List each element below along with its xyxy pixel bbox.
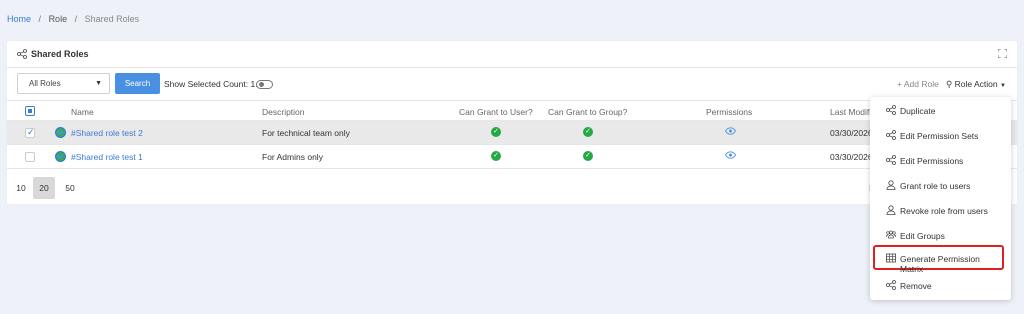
pin-icon: ⚲: [946, 79, 953, 89]
chevron-down-icon: ▼: [999, 83, 1006, 89]
role-name-link[interactable]: #Shared role test 2: [71, 128, 143, 138]
table-row[interactable]: #Shared role test 2 For technical team o…: [7, 121, 1017, 145]
column-header-name[interactable]: Name: [71, 107, 94, 117]
check-circle-icon: ✓: [491, 151, 501, 161]
table-icon: [886, 253, 896, 263]
breadcrumb-home[interactable]: Home: [7, 14, 31, 24]
panel-title: Shared Roles: [31, 49, 89, 59]
column-header-description[interactable]: Description: [262, 107, 305, 117]
search-button[interactable]: Search: [115, 73, 160, 94]
menu-item-edit-groups[interactable]: Edit Groups: [870, 222, 1011, 247]
chevron-down-icon: ▼: [95, 80, 102, 87]
role-action-label: Role Action: [954, 79, 998, 89]
globe-icon: [55, 151, 66, 162]
menu-item-label: Edit Groups: [900, 231, 945, 241]
shared-roles-panel: Shared Roles All Roles ▼ Search Show Sel…: [7, 41, 1017, 204]
share-icon: [886, 105, 896, 115]
menu-item-label: Edit Permission Sets: [900, 131, 979, 141]
page-size-20[interactable]: 20: [33, 177, 55, 199]
select-all-checkbox[interactable]: [25, 106, 35, 116]
show-selected-count-label: Show Selected Count: 1.: [164, 79, 258, 89]
menu-item-label: Edit Permissions: [900, 156, 964, 166]
eye-icon[interactable]: [725, 151, 736, 159]
add-role-button[interactable]: + Add Role: [897, 79, 939, 89]
table-row[interactable]: #Shared role test 1 For Admins only ✓ ✓ …: [7, 145, 1017, 169]
menu-item-label: Generate Permission Matrix: [900, 254, 980, 274]
breadcrumb-separator: /: [74, 14, 78, 24]
share-icon: [886, 280, 896, 290]
show-selected-toggle[interactable]: [256, 80, 273, 89]
user-icon: [886, 205, 896, 215]
row-checkbox[interactable]: [25, 152, 35, 162]
breadcrumb-separator: /: [38, 14, 42, 24]
menu-item-edit-permission-sets[interactable]: Edit Permission Sets: [870, 122, 1011, 147]
menu-item-label: Grant role to users: [900, 181, 971, 191]
check-circle-icon: ✓: [491, 127, 501, 137]
role-description: For technical team only: [262, 128, 350, 138]
check-circle-icon: ✓: [583, 151, 593, 161]
page-size-10[interactable]: 10: [10, 177, 32, 199]
globe-icon: [55, 127, 66, 138]
eye-icon[interactable]: [725, 127, 736, 135]
column-header-permissions[interactable]: Permissions: [706, 107, 752, 117]
menu-item-duplicate[interactable]: Duplicate: [870, 97, 1011, 122]
role-action-menu: Duplicate Edit Permission Sets Edit Perm…: [870, 97, 1011, 300]
menu-item-grant-role[interactable]: Grant role to users: [870, 172, 1011, 197]
share-icon: [17, 49, 27, 59]
breadcrumb-role[interactable]: Role: [49, 14, 68, 24]
column-header-last-modified[interactable]: Last Modifi: [830, 107, 871, 117]
menu-item-remove[interactable]: Remove: [870, 272, 1011, 297]
user-icon: [886, 180, 896, 190]
menu-item-edit-permissions[interactable]: Edit Permissions: [870, 147, 1011, 172]
breadcrumb-current: Shared Roles: [84, 14, 140, 24]
role-name-link[interactable]: #Shared role test 1: [71, 152, 143, 162]
menu-item-generate-permission-matrix[interactable]: Generate Permission Matrix: [873, 245, 1004, 274]
check-circle-icon: ✓: [583, 127, 593, 137]
last-modified-date: 03/30/2026: [830, 152, 873, 162]
role-description: For Admins only: [262, 152, 323, 162]
role-action-button[interactable]: ⚲ Role Action ▼: [946, 79, 1006, 90]
panel-header: Shared Roles: [7, 41, 1017, 68]
table-header: Name Description Can Grant to User? Can …: [7, 100, 1017, 121]
column-header-can-grant-user[interactable]: Can Grant to User?: [459, 107, 533, 117]
row-checkbox[interactable]: [25, 127, 35, 138]
role-filter-select[interactable]: All Roles ▼: [17, 73, 110, 94]
fullscreen-icon[interactable]: [998, 49, 1007, 58]
menu-item-label: Remove: [900, 281, 932, 291]
menu-item-label: Revoke role from users: [900, 206, 988, 216]
page-size-50[interactable]: 50: [59, 177, 81, 199]
group-icon: [886, 230, 896, 239]
breadcrumb: Home / Role / Shared Roles: [7, 14, 139, 24]
menu-item-revoke-role[interactable]: Revoke role from users: [870, 197, 1011, 222]
share-icon: [886, 155, 896, 165]
menu-item-label: Duplicate: [900, 106, 936, 116]
role-filter-value: All Roles: [29, 79, 61, 88]
share-icon: [886, 130, 896, 140]
last-modified-date: 03/30/2026: [830, 128, 873, 138]
column-header-can-grant-group[interactable]: Can Grant to Group?: [548, 107, 627, 117]
